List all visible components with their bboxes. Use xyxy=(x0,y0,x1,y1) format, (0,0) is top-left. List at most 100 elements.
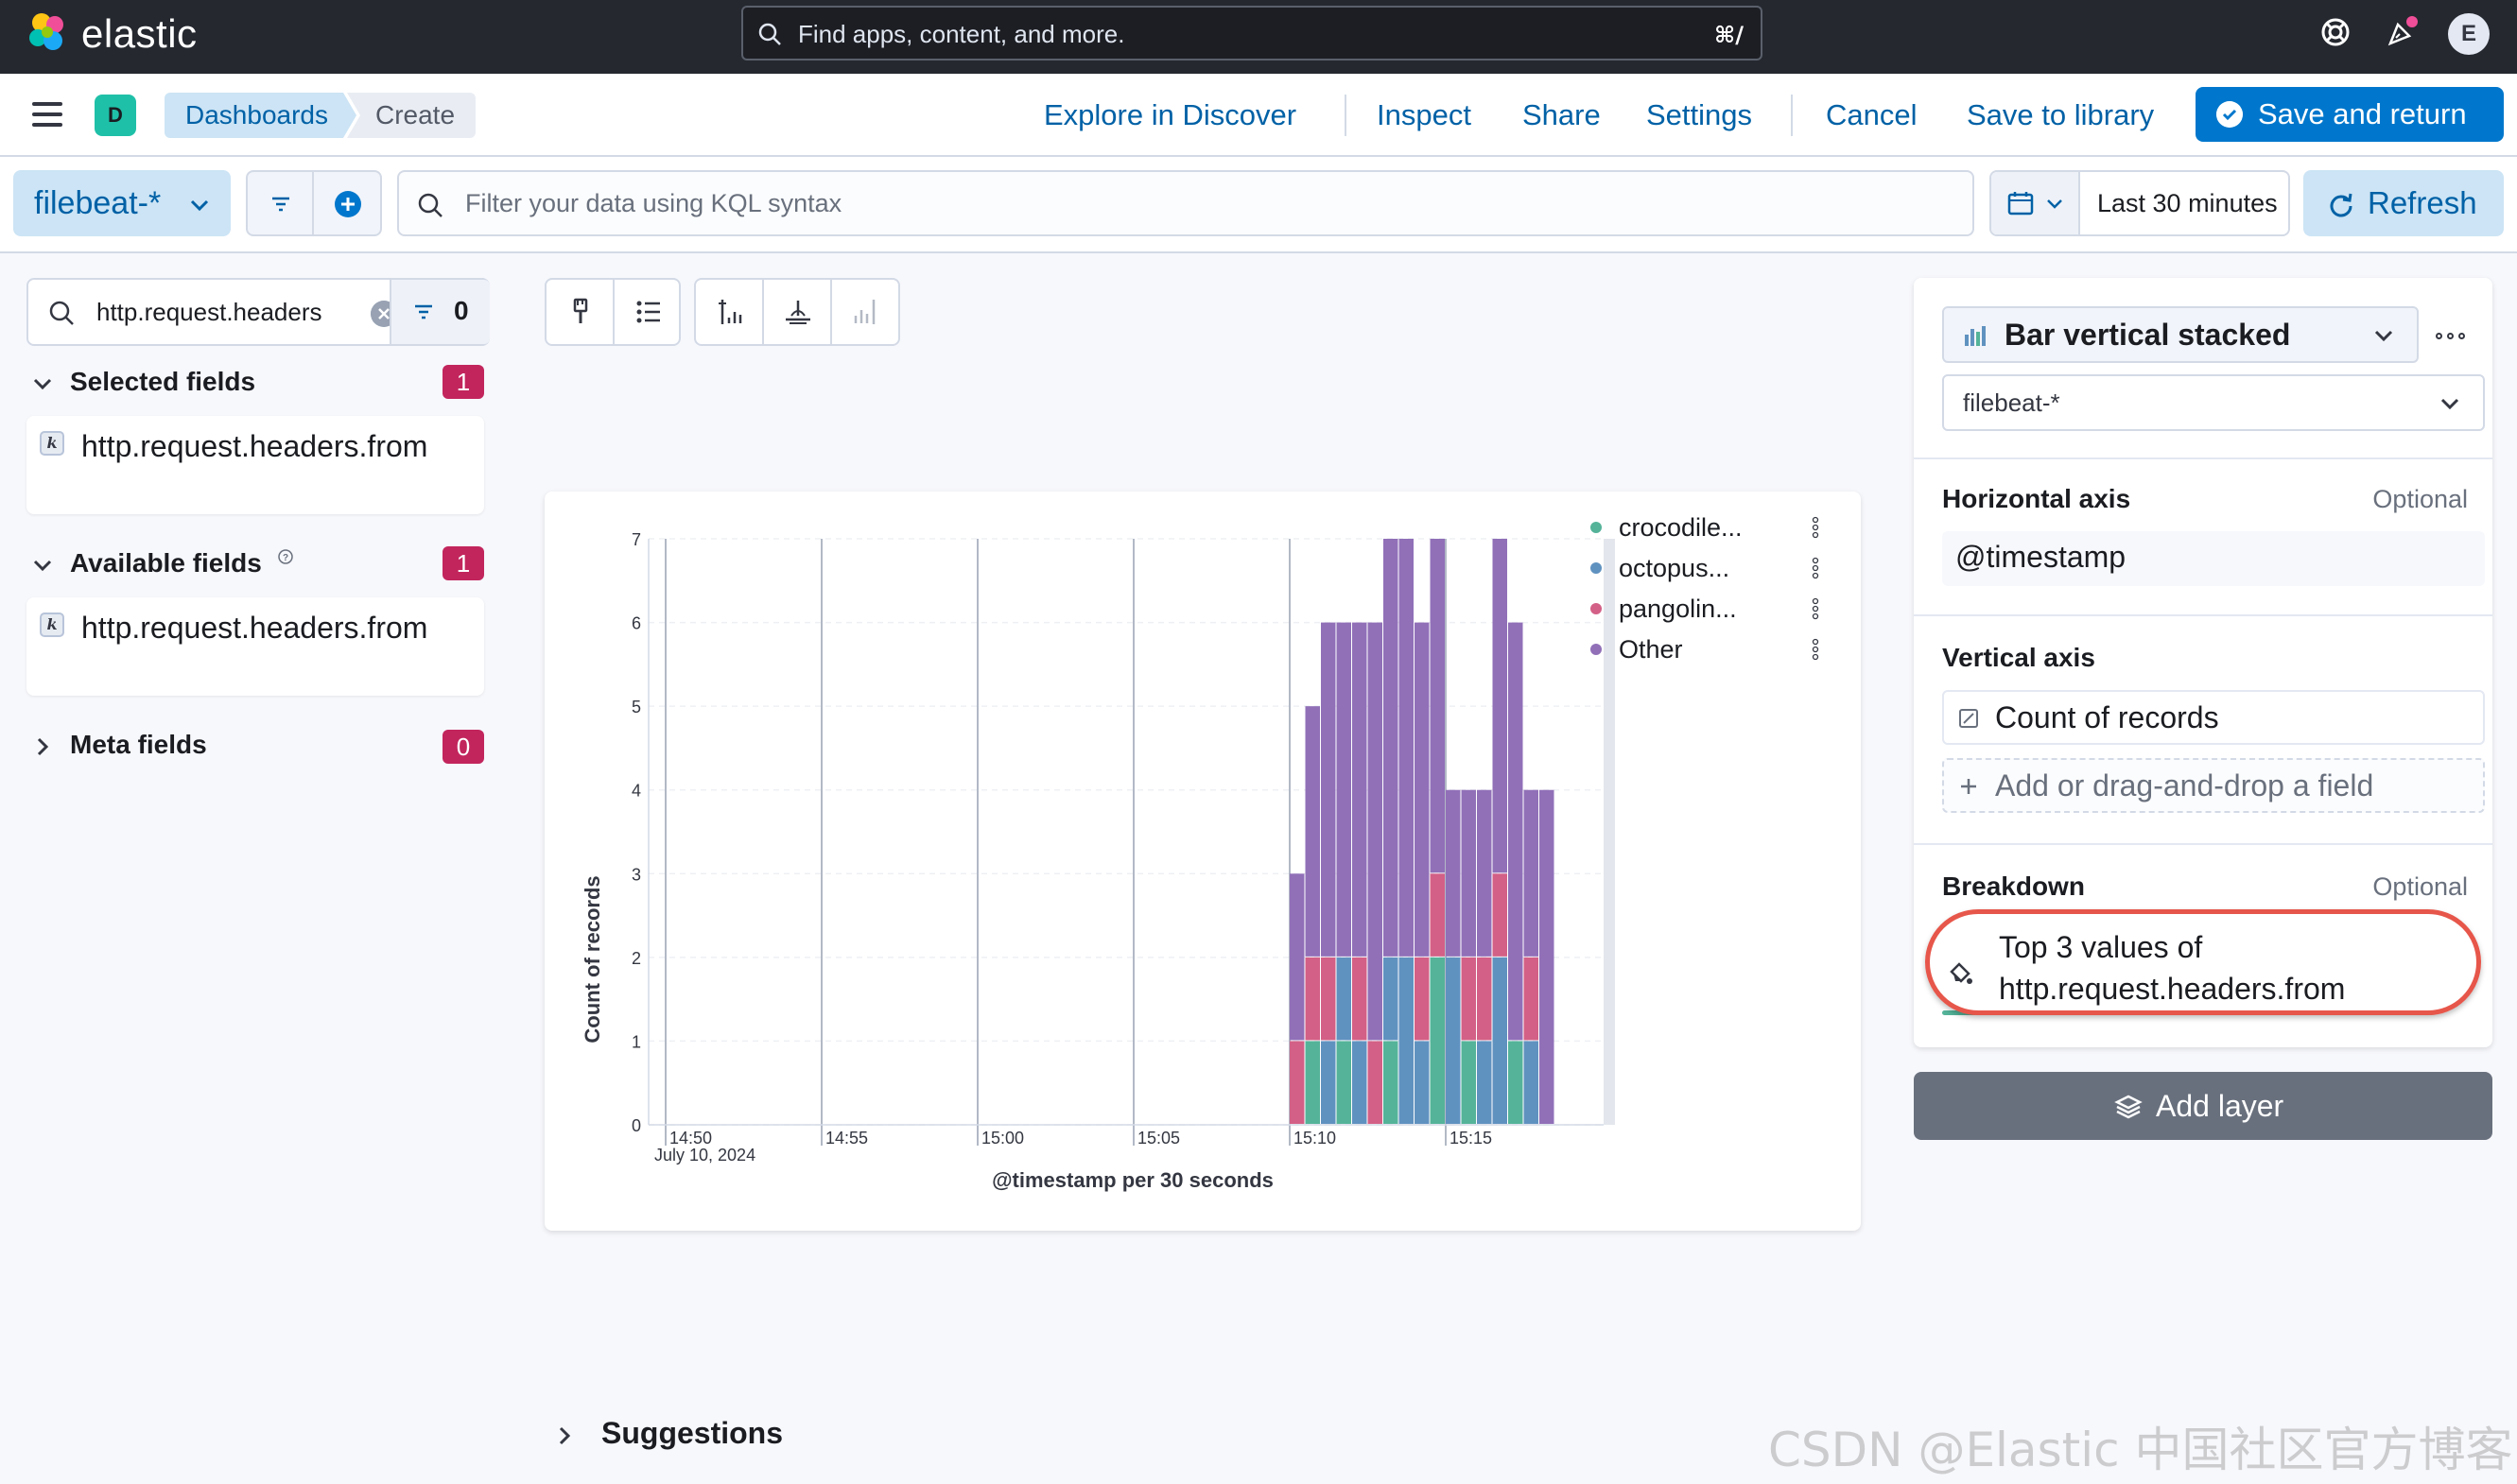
meta-fields-toggle[interactable]: Meta fields xyxy=(32,726,207,764)
help-icon[interactable] xyxy=(2318,15,2352,49)
bar-segment[interactable] xyxy=(1492,539,1508,873)
refresh-button[interactable]: Refresh xyxy=(2303,170,2504,236)
bar-segment[interactable] xyxy=(1461,957,1477,1041)
bar-segment[interactable] xyxy=(1523,1041,1539,1124)
bar-segment[interactable] xyxy=(1336,622,1352,957)
left-axis-button[interactable] xyxy=(696,280,764,344)
news-feed-icon[interactable] xyxy=(2385,15,2419,49)
bar-segment[interactable] xyxy=(1461,1041,1477,1124)
layer-actions-button[interactable] xyxy=(2428,306,2475,363)
bar-segment[interactable] xyxy=(1305,1041,1321,1124)
suggestions-toggle[interactable]: Suggestions xyxy=(554,1414,783,1452)
bar-segment[interactable] xyxy=(1352,622,1367,957)
bar-segment[interactable] xyxy=(1477,1041,1492,1124)
legend-action-dot[interactable] xyxy=(1812,516,1819,524)
bar-segment[interactable] xyxy=(1352,1041,1367,1124)
bar-segment[interactable] xyxy=(1415,622,1430,957)
bar-segment[interactable] xyxy=(1398,957,1415,1124)
layer-data-view-select[interactable]: filebeat-* xyxy=(1942,374,2485,431)
explore-in-discover-link[interactable]: Explore in Discover xyxy=(1044,93,1296,138)
chart-type-select[interactable]: Bar vertical stacked xyxy=(1942,306,2419,363)
bar-segment[interactable] xyxy=(1523,789,1539,957)
kql-query-input[interactable]: Filter your data using KQL syntax xyxy=(397,170,1974,236)
legend-action-dot[interactable] xyxy=(1812,638,1819,646)
save-to-library-link[interactable]: Save to library xyxy=(1967,93,2154,138)
legend-label[interactable]: pangolin... xyxy=(1619,595,1737,623)
date-picker[interactable]: Last 30 minutes xyxy=(1989,170,2290,236)
global-search-input[interactable]: Find apps, content, and more. ⌘/ xyxy=(741,6,1762,60)
bottom-axis-button[interactable] xyxy=(764,280,832,344)
legend-action-dot[interactable] xyxy=(1812,564,1819,572)
bar-segment[interactable] xyxy=(1492,873,1508,957)
user-avatar[interactable]: E xyxy=(2448,13,2490,55)
bar-segment[interactable] xyxy=(1415,957,1430,1041)
legend-action-dot[interactable] xyxy=(1812,605,1819,613)
visual-options-button[interactable] xyxy=(547,280,615,344)
bar-segment[interactable] xyxy=(1383,1041,1398,1124)
bar-segment[interactable] xyxy=(1336,957,1352,1041)
bar-segment[interactable] xyxy=(1398,539,1415,957)
space-avatar[interactable]: D xyxy=(95,95,136,136)
bar-segment[interactable] xyxy=(1446,957,1461,1124)
available-fields-toggle[interactable]: Available fields ? xyxy=(32,544,294,582)
add-filter-button[interactable] xyxy=(312,170,382,236)
bar-segment[interactable] xyxy=(1539,789,1554,1124)
legend-action-dot[interactable] xyxy=(1812,557,1819,564)
add-field-button[interactable]: Add or drag-and-drop a field xyxy=(1942,758,2485,813)
bar-segment[interactable] xyxy=(1523,957,1539,1041)
bar-segment[interactable] xyxy=(1461,789,1477,957)
field-item[interactable]: k http.request.headers.from xyxy=(26,416,484,514)
legend-action-dot[interactable] xyxy=(1812,613,1819,620)
breadcrumb-dashboards[interactable]: Dashboards xyxy=(165,93,356,138)
legend-action-dot[interactable] xyxy=(1812,597,1819,605)
inspect-link[interactable]: Inspect xyxy=(1377,93,1471,138)
logo-text[interactable]: elastic xyxy=(81,9,198,59)
legend-action-dot[interactable] xyxy=(1812,524,1819,531)
field-type-filter-button[interactable]: 0 xyxy=(390,280,490,344)
vertical-axis-dimension[interactable]: Count of records xyxy=(1942,690,2485,745)
bar-segment[interactable] xyxy=(1430,873,1446,957)
bar-segment[interactable] xyxy=(1305,706,1321,957)
bar-segment[interactable] xyxy=(1430,957,1446,1124)
bar-segment[interactable] xyxy=(1415,1041,1430,1124)
bar-segment[interactable] xyxy=(1383,539,1398,957)
bar-segment[interactable] xyxy=(1477,957,1492,1041)
quick-select-button[interactable] xyxy=(1991,172,2080,234)
cancel-link[interactable]: Cancel xyxy=(1826,93,1918,138)
bar-chart[interactable]: 0 1 2 3 4 5 6 7 14:50 14:55 15:00 15:05 15:10 15:15 Ju… xyxy=(545,492,1861,1231)
bar-segment[interactable] xyxy=(1336,1041,1352,1124)
legend-action-dot[interactable] xyxy=(1812,531,1819,539)
legend-label[interactable]: octopus... xyxy=(1619,554,1729,582)
legend-label[interactable]: Other xyxy=(1619,635,1683,664)
bar-segment[interactable] xyxy=(1508,1041,1523,1124)
legend-action-dot[interactable] xyxy=(1812,646,1819,653)
data-view-picker[interactable]: filebeat-* xyxy=(13,170,231,236)
bar-segment[interactable] xyxy=(1290,1041,1305,1124)
bar-segment[interactable] xyxy=(1367,1041,1383,1124)
time-range-label[interactable]: Last 30 minutes xyxy=(2097,172,2278,234)
bar-segment[interactable] xyxy=(1508,622,1523,1041)
right-axis-button[interactable] xyxy=(832,280,900,344)
settings-link[interactable]: Settings xyxy=(1646,93,1752,138)
bar-segment[interactable] xyxy=(1367,622,1383,1041)
legend-action-dot[interactable] xyxy=(1812,572,1819,579)
bar-segment[interactable] xyxy=(1430,539,1446,873)
elastic-logo-icon[interactable] xyxy=(25,9,70,55)
bar-segment[interactable] xyxy=(1321,1041,1336,1124)
field-item[interactable]: k http.request.headers.from xyxy=(26,597,484,696)
legend-action-dot[interactable] xyxy=(1812,653,1819,661)
bar-segment[interactable] xyxy=(1305,957,1321,1041)
horizontal-axis-dimension[interactable]: @timestamp xyxy=(1942,531,2485,586)
add-layer-button[interactable]: Add layer xyxy=(1914,1072,2492,1140)
field-search-input[interactable]: http.request.headers 0 xyxy=(26,278,490,346)
menu-icon[interactable] xyxy=(32,102,62,129)
bar-segment[interactable] xyxy=(1492,957,1508,1124)
bar-segment[interactable] xyxy=(1352,957,1367,1041)
bar-segment[interactable] xyxy=(1383,957,1398,1041)
selected-fields-toggle[interactable]: Selected fields xyxy=(32,363,255,401)
legend-label[interactable]: crocodile... xyxy=(1619,513,1743,542)
bar-segment[interactable] xyxy=(1321,622,1336,957)
bar-segment[interactable] xyxy=(1321,957,1336,1041)
info-icon[interactable]: ? xyxy=(277,548,294,565)
bar-segment[interactable] xyxy=(1446,789,1461,957)
